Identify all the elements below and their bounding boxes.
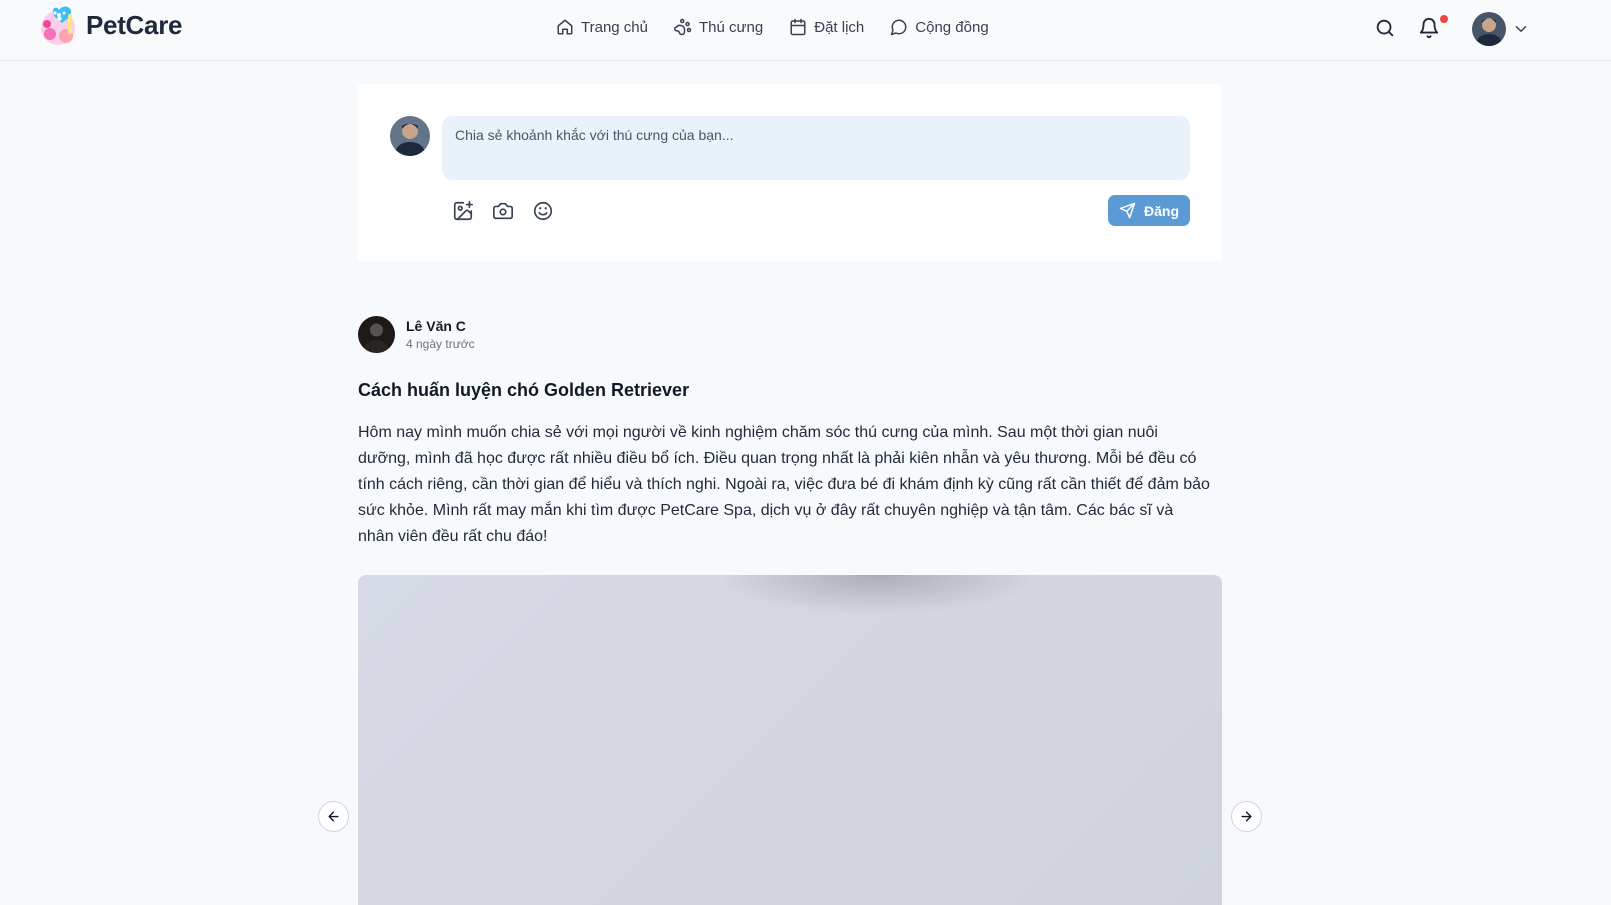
calendar-icon	[790, 18, 806, 36]
top-header: PetCare Trang chủ Thú cưng Đặt lịch Cộng…	[0, 0, 1611, 61]
nav-community[interactable]: Cộng đồng	[890, 18, 989, 36]
nav-pets[interactable]: Thú cưng	[674, 18, 763, 36]
bell-icon[interactable]	[1418, 17, 1440, 39]
home-icon	[557, 19, 573, 35]
arrow-right-icon	[1241, 811, 1252, 822]
petcare-logo-icon	[41, 6, 75, 45]
avatar-image	[1472, 12, 1506, 46]
post-body: Hôm nay mình muốn chia sẻ với mọi người …	[358, 424, 1210, 545]
post-author-name[interactable]: Lê Văn C	[406, 318, 466, 334]
avatar-image	[390, 116, 430, 156]
post-author-avatar[interactable]	[358, 316, 395, 353]
post-title: Cách huấn luyện chó Golden Retriever	[358, 380, 690, 400]
main-nav: Trang chủ Thú cưng Đặt lịch Cộng đồng	[556, 18, 989, 36]
nav-pets-label: Thú cưng	[698, 18, 764, 36]
post-composer: Đăng	[358, 84, 1222, 261]
post-image[interactable]	[358, 575, 1222, 905]
nav-home-label: Trang chủ	[581, 18, 648, 36]
post-button[interactable]: Đăng	[1108, 195, 1190, 226]
slider-prev-button[interactable]	[318, 801, 349, 832]
logo[interactable]: PetCare	[38, 4, 182, 46]
arrow-left-icon	[328, 811, 339, 822]
avatar-image	[358, 316, 395, 353]
brand-name: PetCare	[86, 9, 183, 40]
nav-home[interactable]: Trang chủ	[556, 18, 648, 36]
notification-dot	[1440, 15, 1448, 23]
post-timestamp: 4 ngày trước	[406, 337, 475, 351]
composer-avatar	[390, 116, 430, 156]
slider-next-button[interactable]	[1231, 801, 1262, 832]
post-button-label: Đăng	[1144, 202, 1179, 219]
camera-icon[interactable]	[492, 200, 514, 222]
composer-input[interactable]	[442, 116, 1190, 180]
chevron-down-icon[interactable]	[1512, 20, 1530, 38]
send-icon	[1119, 202, 1136, 219]
image-add-icon[interactable]	[452, 200, 474, 222]
user-avatar[interactable]	[1472, 12, 1506, 46]
emoji-icon[interactable]	[532, 200, 554, 222]
nav-community-label: Cộng đồng	[915, 18, 989, 36]
paw-icon	[674, 18, 692, 36]
chat-icon	[891, 19, 907, 36]
nav-booking[interactable]: Đặt lịch	[789, 18, 864, 36]
search-icon[interactable]	[1374, 17, 1396, 39]
nav-booking-label: Đặt lịch	[814, 18, 865, 36]
